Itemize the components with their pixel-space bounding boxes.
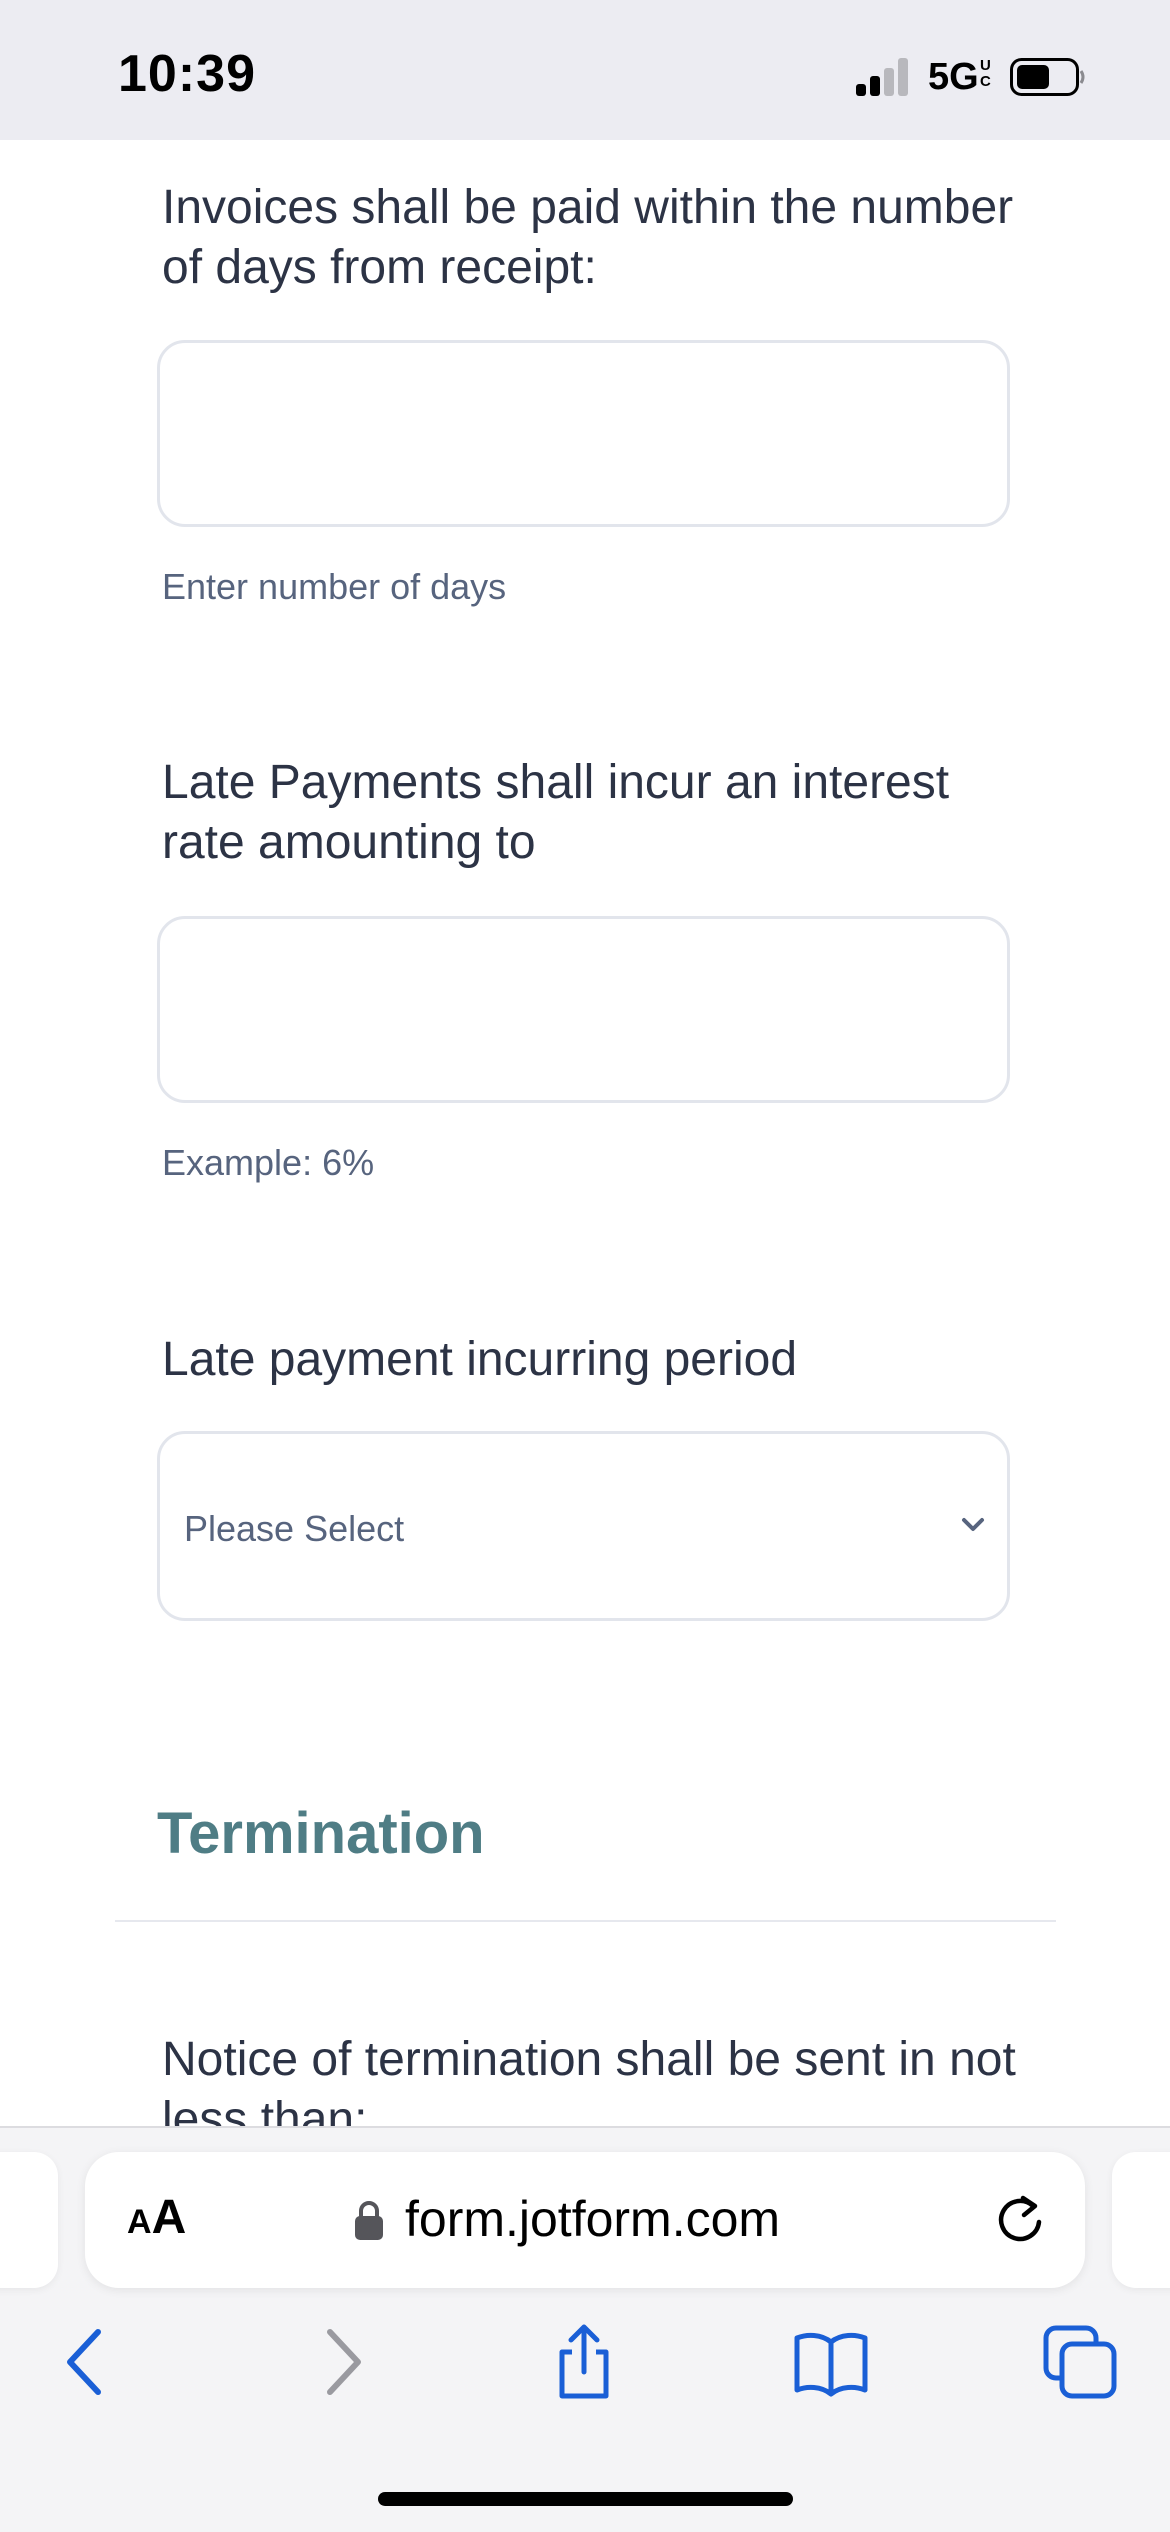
text-size-small-glyph: A [127, 2203, 152, 2241]
late-interest-field[interactable] [157, 916, 1010, 1103]
termination-question-viewport: Notice of termination shall be sent in n… [0, 2030, 1170, 2126]
late-period-selected-value: Please Select [184, 1508, 405, 1549]
url-text[interactable]: form.jotform.com [405, 2190, 780, 2248]
late-interest-sublabel: Example: 6% [162, 1142, 375, 1183]
bookmarks-icon[interactable] [791, 2322, 871, 2402]
text-size-large-glyph: A [151, 2191, 187, 2244]
next-tab-preview[interactable] [1112, 2152, 1170, 2288]
reload-icon[interactable] [993, 2192, 1049, 2248]
section-heading-termination: Termination [157, 1801, 485, 1866]
address-bar[interactable]: AA form.jotform.com [85, 2152, 1085, 2288]
invoice-days-label: Invoices shall be paid within the number… [162, 181, 1014, 294]
invoice-days-field[interactable] [157, 340, 1010, 527]
lock-icon [355, 2201, 383, 2240]
section-divider [115, 1920, 1056, 1922]
termination-notice-label: Notice of termination shall be sent in n… [162, 2033, 1016, 2126]
late-period-select[interactable]: Please Select [157, 1431, 1010, 1621]
battery-icon [1010, 58, 1085, 96]
invoice-days-input[interactable] [160, 343, 1007, 524]
home-indicator[interactable] [378, 2492, 793, 2506]
invoice-days-sublabel: Enter number of days [162, 566, 507, 607]
status-bar: 10:39 5G UC [0, 0, 1170, 140]
late-interest-label: Late Payments shall incur an interest ra… [162, 756, 950, 869]
network-type: 5G [928, 56, 979, 98]
text-size-button[interactable]: AA [127, 2190, 186, 2250]
cellular-signal-icon [856, 58, 912, 96]
chevron-down-icon [962, 1518, 984, 1531]
tabs-icon[interactable] [1040, 2322, 1120, 2402]
share-icon[interactable] [544, 2322, 624, 2402]
forward-icon[interactable] [300, 2322, 380, 2402]
late-period-label: Late payment incurring period [162, 1333, 798, 1386]
network-type-suffix: UC [980, 57, 991, 90]
back-icon[interactable] [48, 2322, 128, 2402]
late-interest-input[interactable] [160, 919, 1007, 1100]
status-time: 10:39 [118, 45, 256, 103]
previous-tab-preview[interactable] [0, 2152, 58, 2288]
